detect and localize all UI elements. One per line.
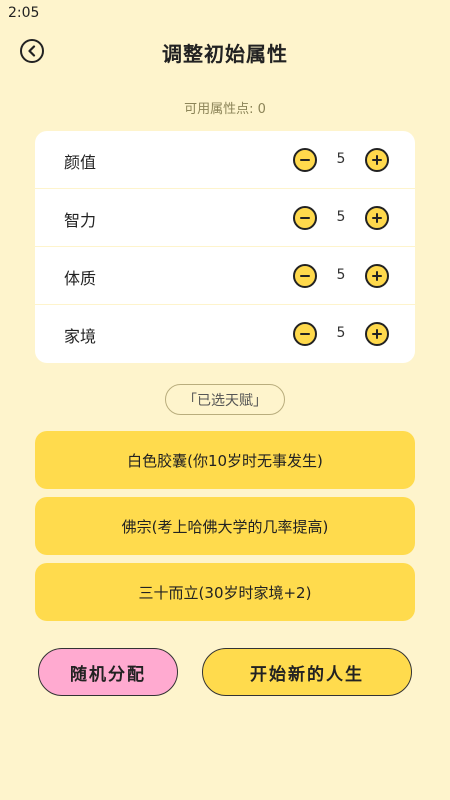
talent-card[interactable]: 白色胶囊(你10岁时无事发生) [35, 431, 415, 489]
talent-card[interactable]: 佛宗(考上哈佛大学的几率提高) [35, 497, 415, 555]
minus-icon [300, 275, 310, 277]
attribute-stepper: 5 [293, 322, 389, 346]
decrement-button[interactable] [293, 322, 317, 346]
attribute-value: 5 [336, 209, 346, 225]
status-time: 2:05 [8, 5, 40, 21]
start-new-life-button[interactable]: 开始新的人生 [202, 648, 412, 696]
attribute-list: 颜值 5 智力 5 体质 5 家境 5 [35, 131, 415, 363]
attribute-stepper: 5 [293, 148, 389, 172]
plus-icon [372, 271, 382, 281]
attribute-value: 5 [336, 267, 346, 283]
talent-card[interactable]: 三十而立(30岁时家境+2) [35, 563, 415, 621]
attribute-name: 颜值 [64, 153, 97, 172]
page-title: 调整初始属性 [162, 42, 288, 66]
increment-button[interactable] [365, 264, 389, 288]
attribute-value: 5 [336, 151, 346, 167]
plus-icon [372, 213, 382, 223]
random-allocate-button[interactable]: 随机分配 [38, 648, 178, 696]
available-points: 可用属性点: 0 [184, 102, 266, 117]
attribute-name: 体质 [64, 269, 97, 288]
attribute-value: 5 [336, 325, 346, 341]
attribute-stepper: 5 [293, 206, 389, 230]
attribute-row-family: 家境 5 [35, 305, 415, 363]
increment-button[interactable] [365, 322, 389, 346]
increment-button[interactable] [365, 206, 389, 230]
selected-talents-label: 「已选天赋」 [165, 384, 285, 415]
attribute-name: 智力 [64, 211, 97, 230]
minus-icon [300, 333, 310, 335]
decrement-button[interactable] [293, 206, 317, 230]
attribute-row-physique: 体质 5 [35, 247, 415, 305]
increment-button[interactable] [365, 148, 389, 172]
minus-icon [300, 217, 310, 219]
decrement-button[interactable] [293, 264, 317, 288]
plus-icon [372, 155, 382, 165]
header: 调整初始属性 [0, 30, 450, 74]
attribute-row-intelligence: 智力 5 [35, 189, 415, 247]
plus-icon [372, 329, 382, 339]
attribute-name: 家境 [64, 327, 97, 346]
attribute-stepper: 5 [293, 264, 389, 288]
decrement-button[interactable] [293, 148, 317, 172]
status-bar: 2:05 [0, 0, 450, 26]
minus-icon [300, 159, 310, 161]
attribute-row-appearance: 颜值 5 [35, 131, 415, 189]
